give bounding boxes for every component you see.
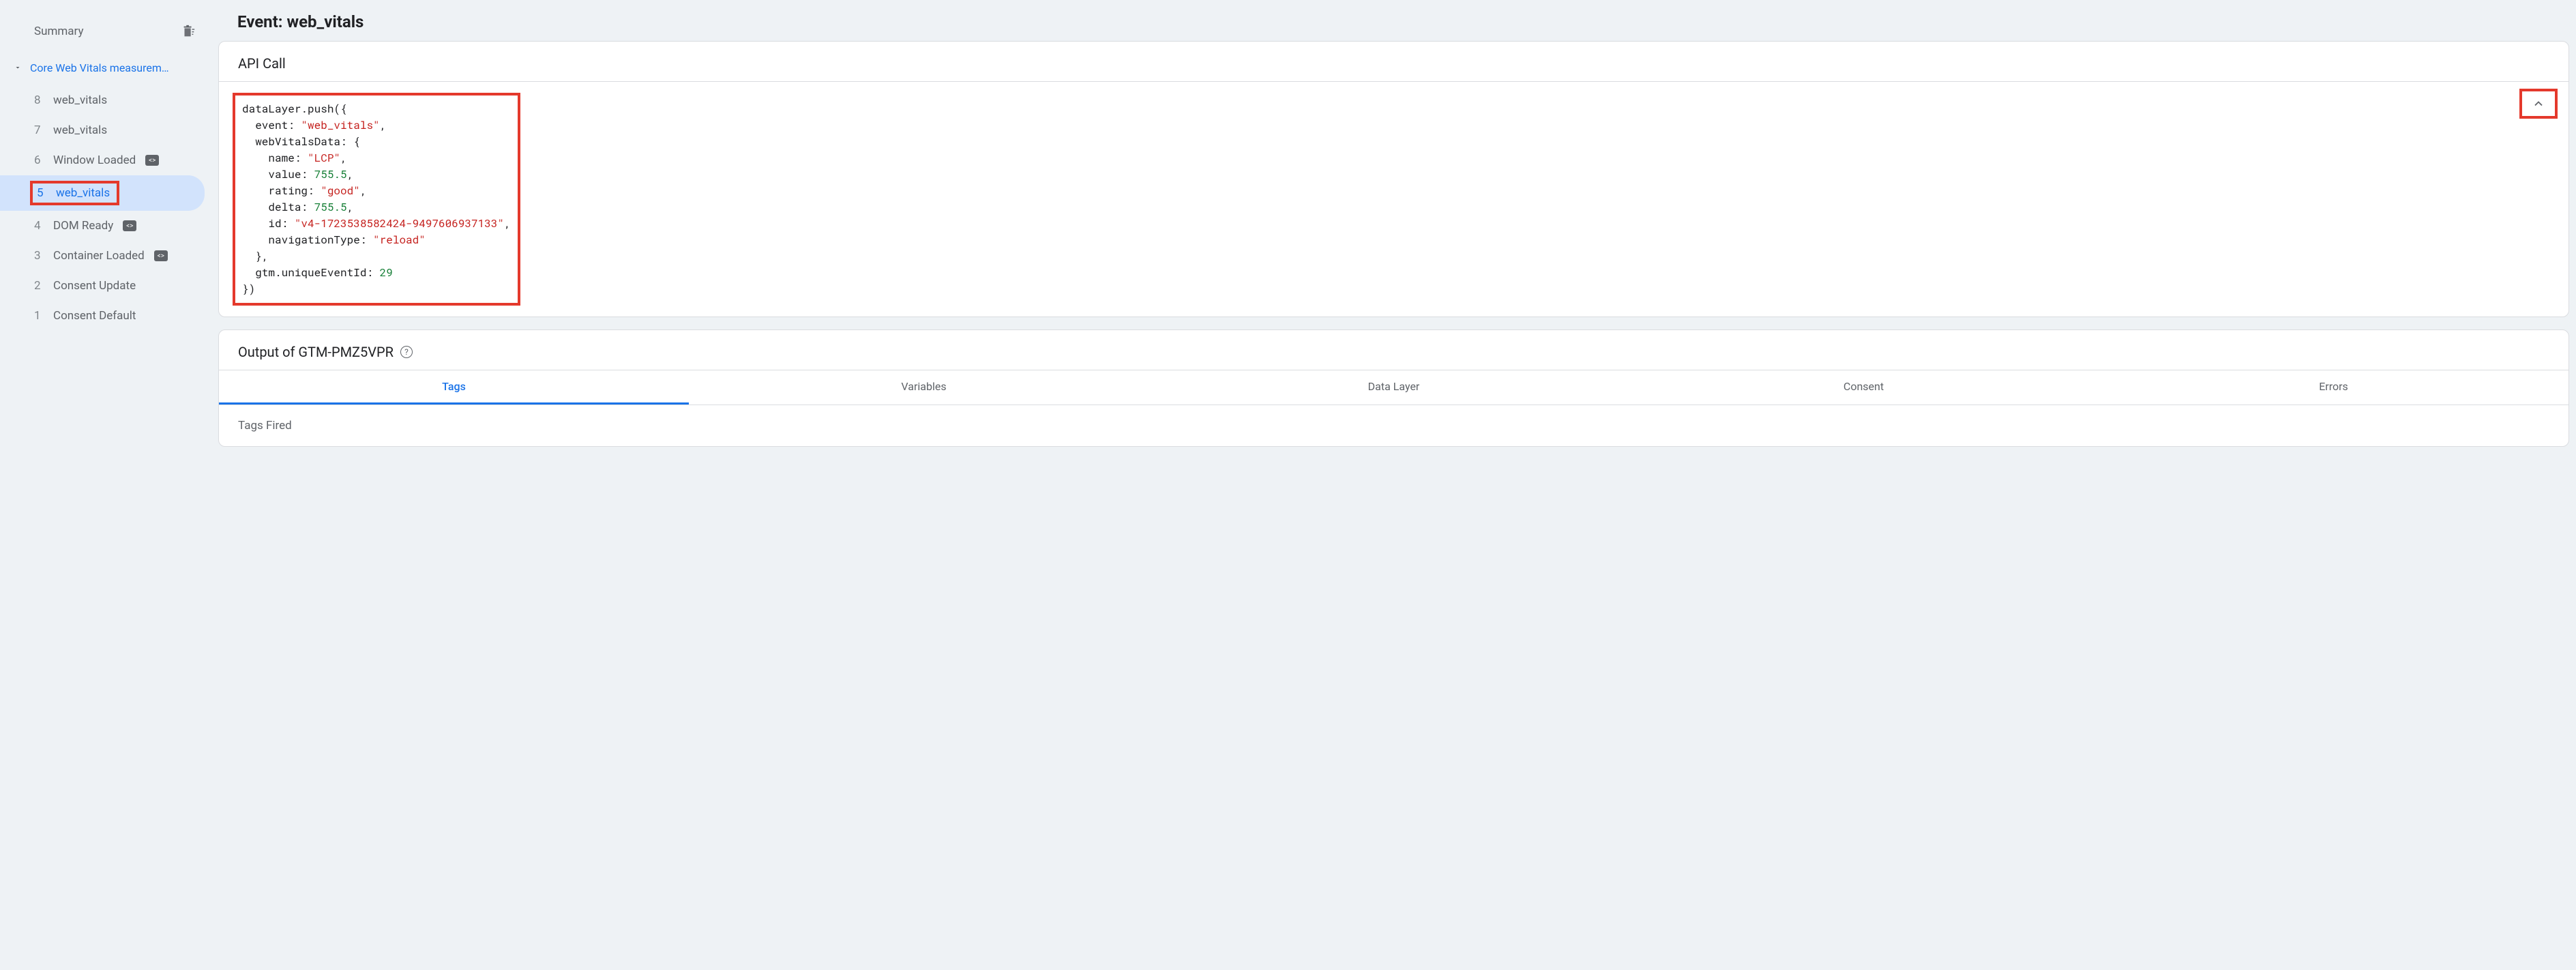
tab-tags[interactable]: Tags [219,370,689,405]
event-item[interactable]: 1 Consent Default [0,301,205,331]
event-number: 3 [34,249,44,263]
output-tabs: Tags Variables Data Layer Consent Errors [219,370,2568,405]
event-item[interactable]: 3 Container Loaded <> [0,241,205,271]
sidebar-group-title: Core Web Vitals measurem… [30,61,198,74]
chevron-up-icon [2532,97,2545,111]
tab-consent[interactable]: Consent [1629,370,2099,405]
event-label: Container Loaded [53,249,145,263]
event-number: 4 [34,219,44,233]
event-item[interactable]: 8 web_vitals [0,85,205,115]
event-item-selected[interactable]: 5 web_vitals [0,175,205,211]
event-number: 8 [34,93,44,107]
event-label: Window Loaded [53,153,136,167]
tags-fired-heading: Tags Fired [219,405,2568,446]
event-label: Consent Update [53,279,136,293]
tab-errors[interactable]: Errors [2099,370,2568,405]
clear-events-button[interactable] [179,22,198,41]
api-call-header: API Call [219,42,2568,82]
event-number: 2 [34,279,44,293]
output-header: Output of GTM-PMZ5VPR ? [219,330,2568,370]
event-label: Consent Default [53,309,136,323]
api-call-code-highlight: dataLayer.push({ event: "web_vitals", we… [233,93,520,306]
tab-variables[interactable]: Variables [689,370,1159,405]
tab-data-layer[interactable]: Data Layer [1159,370,1629,405]
main-content: Event: web_vitals API Call dataLayer.pus… [211,0,2576,970]
help-icon[interactable]: ? [400,346,413,358]
event-item[interactable]: 4 DOM Ready <> [0,211,205,241]
event-title: Event: web_vitals [218,0,2569,41]
code-badge-icon: <> [145,155,159,166]
caret-down-icon [14,61,23,74]
api-call-code: dataLayer.push({ event: "web_vitals", we… [242,101,511,297]
event-item[interactable]: 7 web_vitals [0,115,205,145]
sidebar-header: Summary [0,14,211,55]
event-number: 7 [34,123,44,137]
code-badge-icon: <> [123,220,136,231]
sidebar-title: Summary [34,25,83,38]
sidebar: Summary Core Web Vitals measurem… 8 web_… [0,0,211,970]
api-call-body: dataLayer.push({ event: "web_vitals", we… [219,82,2568,317]
sidebar-group-header[interactable]: Core Web Vitals measurem… [0,55,211,81]
code-badge-icon: <> [154,250,168,261]
trash-icon [181,24,196,39]
event-number: 6 [34,153,44,167]
event-label: web_vitals [56,186,110,200]
event-number: 1 [34,309,44,323]
event-item[interactable]: 2 Consent Update [0,271,205,301]
event-number: 5 [37,186,46,200]
event-list: 8 web_vitals 7 web_vitals 6 Window Loade… [0,81,211,335]
event-label: DOM Ready [53,219,113,233]
output-card: Output of GTM-PMZ5VPR ? Tags Variables D… [218,329,2569,447]
event-item[interactable]: 6 Window Loaded <> [0,145,205,175]
collapse-button[interactable] [2519,89,2558,119]
api-call-card: API Call dataLayer.push({ event: "web_vi… [218,41,2569,317]
output-title: Output of GTM-PMZ5VPR [238,344,394,360]
event-label: web_vitals [53,123,107,137]
event-label: web_vitals [53,93,107,107]
